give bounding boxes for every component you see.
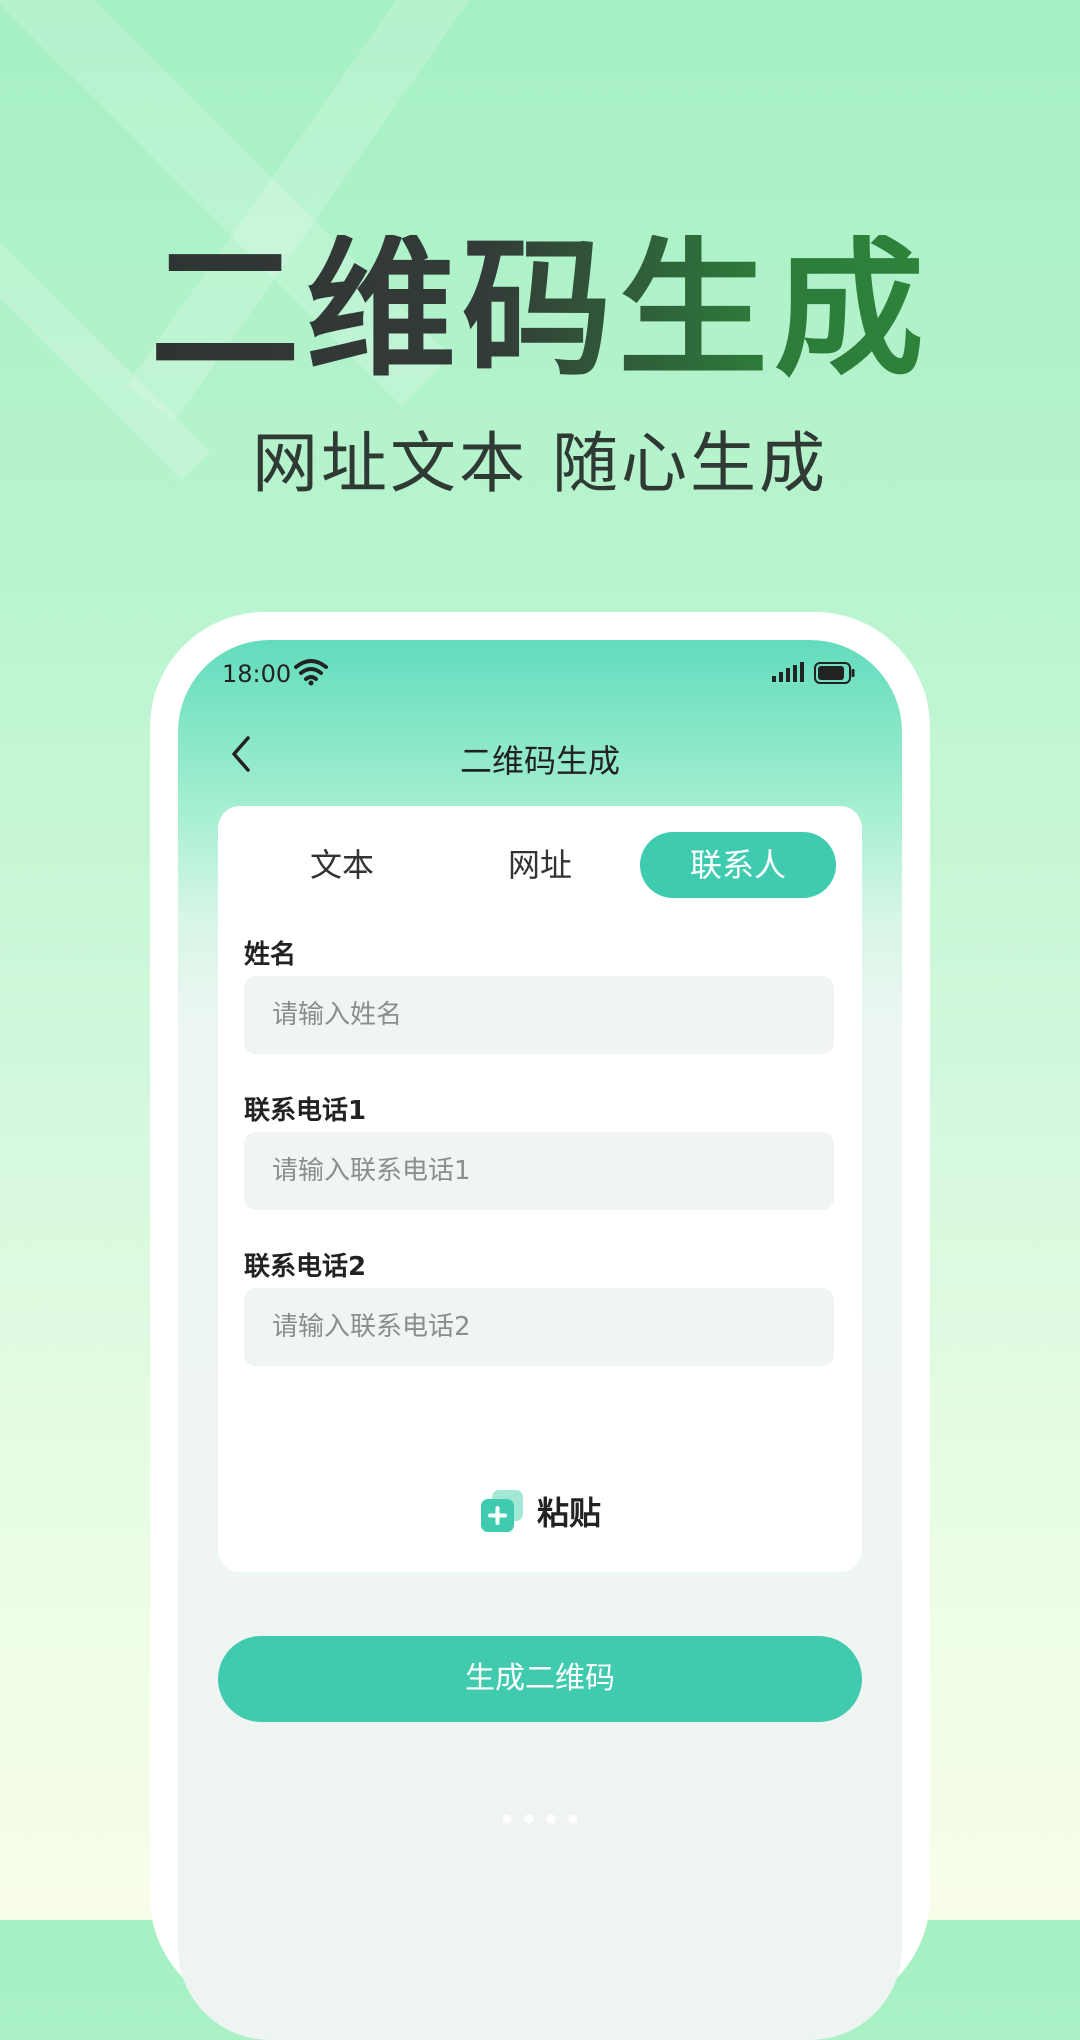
promo-headline: 二维码生成 (0, 235, 1080, 385)
page-indicator (178, 1814, 902, 1828)
promo-subheadline: 网址文本 随心生成 (252, 425, 828, 502)
name-label: 姓名 (244, 940, 297, 970)
battery-icon (814, 662, 855, 684)
name-input[interactable] (244, 976, 834, 1054)
tab-text[interactable]: 文本 (244, 832, 440, 898)
phone2-label: 联系电话2 (244, 1252, 367, 1282)
phone-frame: 18:00 二维码生成 文本 网址 联系人 姓名 请输入姓名 联系电话1 请输入… (150, 612, 930, 2040)
phone-screen: 18:00 二维码生成 文本 网址 联系人 姓名 请输入姓名 联系电话1 请输入… (178, 640, 902, 2040)
generate-qr-button[interactable]: 生成二维码 (218, 1636, 862, 1722)
paste-label: 粘贴 (536, 1494, 601, 1532)
page-dot (502, 1814, 512, 1824)
paste-button[interactable]: 粘贴 (218, 1486, 862, 1536)
page-title: 二维码生成 (459, 742, 620, 780)
phone2-input[interactable] (244, 1288, 834, 1366)
form-card: 文本 网址 联系人 姓名 联系电话1 联系电话2 粘贴 (218, 806, 862, 1572)
page-dot (568, 1814, 578, 1824)
tab-url[interactable]: 网址 (442, 832, 638, 898)
page-dot (546, 1814, 556, 1824)
phone1-input[interactable] (244, 1132, 834, 1210)
page-dot-active (524, 1814, 534, 1824)
paste-add-icon (480, 1490, 523, 1532)
status-bar: 18:00 (178, 640, 902, 710)
signal-icon (772, 662, 804, 682)
tab-contact[interactable]: 联系人 (640, 832, 836, 898)
phone1-label: 联系电话1 (244, 1096, 367, 1126)
nav-bar: 二维码生成 (178, 710, 902, 800)
wifi-icon (294, 659, 328, 686)
status-time: 18:00 (222, 660, 292, 688)
